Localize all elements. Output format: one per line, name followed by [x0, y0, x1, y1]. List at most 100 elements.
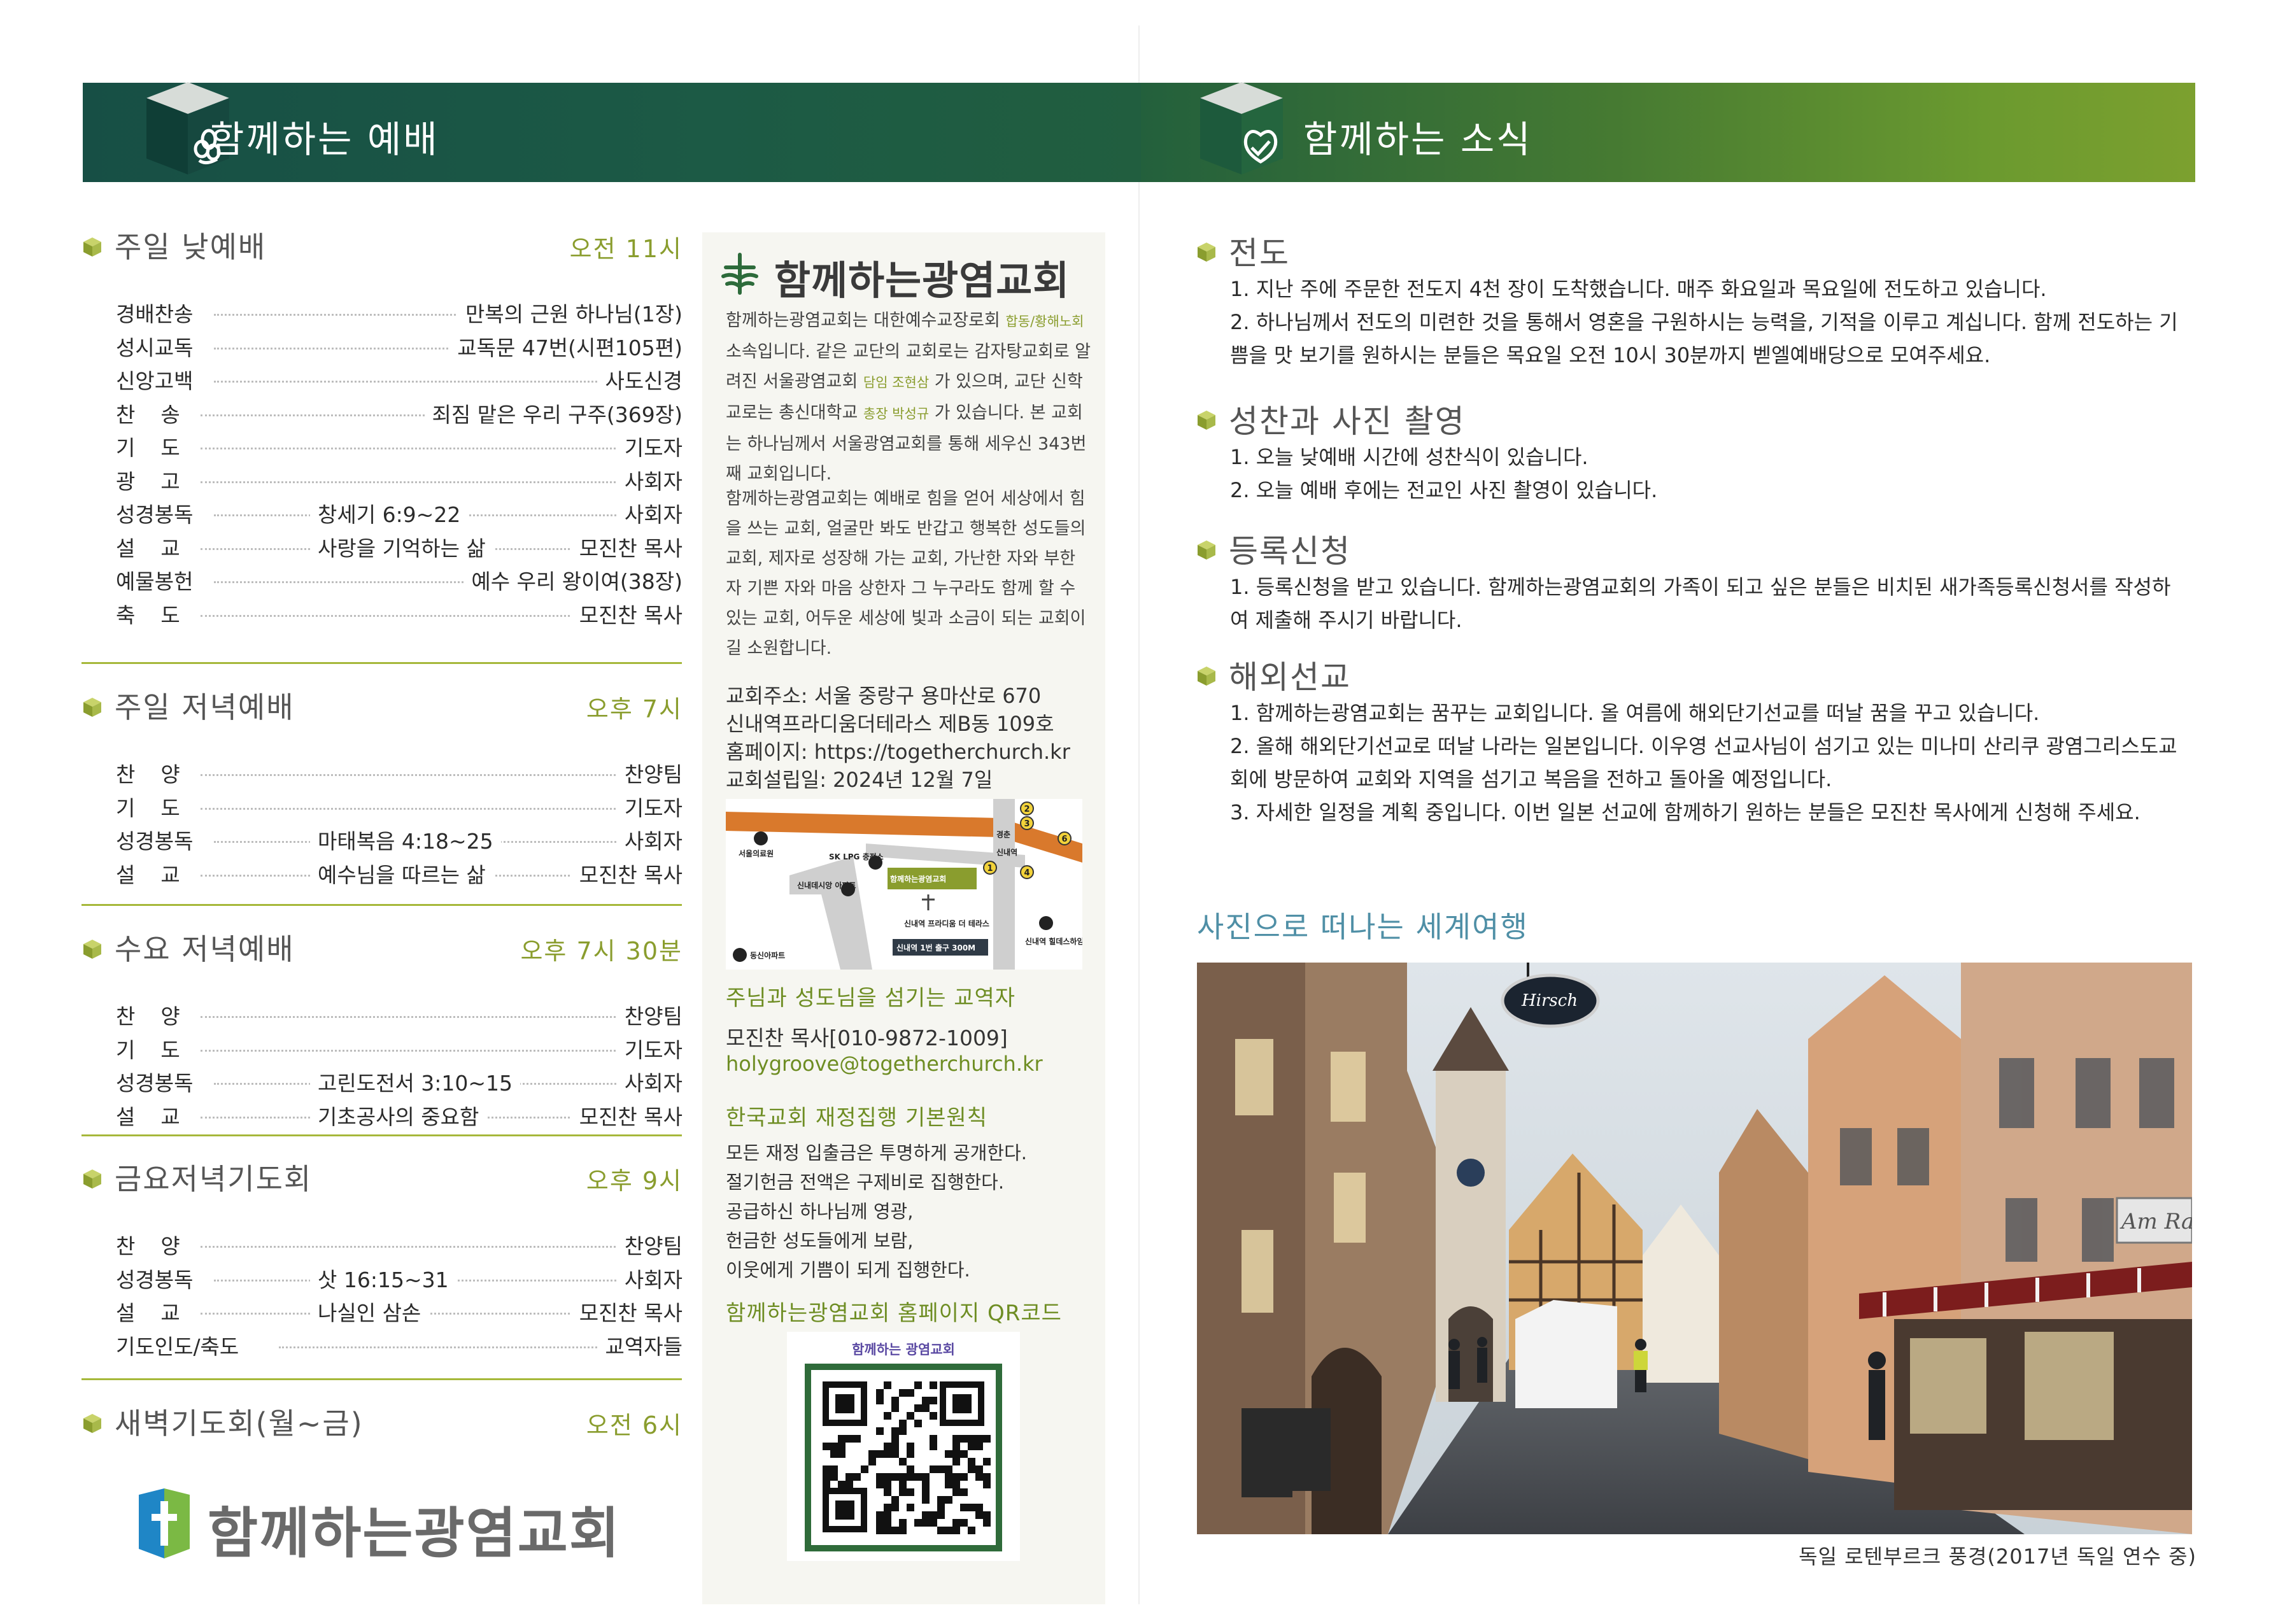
schedule-label: 찬송 [116, 402, 206, 427]
news-line: 2. 올해 해외단기선교로 떠날 나라는 일본입니다. 이우영 선교사님이 섬기… [1230, 734, 2177, 791]
schedule-value: 찬양팀 [616, 1229, 683, 1260]
qr-code[interactable] [805, 1364, 1002, 1551]
staff-email[interactable]: holygroove@togetherchurch.kr [726, 1052, 1043, 1076]
schedule-label: 기도 [116, 1037, 206, 1063]
section-divider [81, 662, 682, 664]
schedule-label: 설교 [116, 1301, 206, 1325]
dotted-leader [201, 774, 670, 776]
section-time: 오전 6시 [586, 1411, 683, 1439]
photo-caption: 독일 로텐부르크 풍경(2017년 독일 연수 중) [1799, 1544, 2197, 1569]
map-label-2: 신내데시앙 아파트 [797, 880, 856, 890]
news-line: 3. 자세한 일정을 계획 중입니다. 이번 일본 선교에 함께하기 원하는 분… [1230, 800, 2140, 824]
schedule-value: 사회자 [616, 1066, 683, 1097]
schedule-label: 성경봉독 [116, 1267, 194, 1292]
news-body: 1. 함께하는광염교회는 꿈꾸는 교회입니다. 올 여름에 해외단기선교를 떠날… [1230, 696, 2185, 829]
schedule-row: 설교 사랑을 기억하는 삶 모진찬 목사 [116, 531, 683, 562]
dotted-leader [201, 807, 670, 810]
section-bullet-icon [83, 237, 102, 257]
schedule-row: 설교 나실인 삼손 모진찬 목사 [116, 1296, 683, 1327]
dotted-leader [201, 1246, 670, 1248]
news-body: 1. 오늘 낮예배 시간에 성찬식이 있습니다. 2. 오늘 예배 후에는 전교인… [1230, 441, 2185, 507]
schedule-label: 성경봉독 [116, 1071, 194, 1096]
finance-principle: 헌금한 성도들에게 보람, [726, 1230, 914, 1252]
finance-principle: 이웃에게 기쁨이 되게 집행한다. [726, 1259, 970, 1281]
intro-text-1: 함께하는광염교회는 대한예수교장로회 [726, 311, 1006, 330]
schedule-label: 설교 [116, 862, 206, 887]
map-number-4: 4 [1024, 868, 1029, 878]
header-title-news: 함께하는 소식 [1303, 118, 1532, 161]
schedule-label: 설교 [116, 535, 206, 561]
news-line: 2. 오늘 예배 후에는 전교인 사진 촬영이 있습니다. [1230, 478, 1658, 502]
schedule-row: 성시교독 교독문 47번(시편105편) [116, 330, 683, 362]
schedule-row: 찬양 찬양팀 [116, 758, 683, 788]
schedule-label: 찬양 [116, 762, 206, 787]
section-title: 주일 저녁예배 [115, 690, 295, 724]
news-bullet-icon [1197, 242, 1216, 262]
schedule-value: 사회자 [616, 464, 683, 495]
schedule-value: 사회자 [616, 1262, 683, 1294]
photo-shop-sign: Am Ra [2119, 1209, 2192, 1234]
map-label-3: 함께하는광염교회 [890, 874, 946, 884]
schedule-row: 기도 기도자 [116, 791, 683, 822]
map-number-3: 1 [987, 864, 993, 873]
staff-title: 주님과 성도님을 섬기는 교역자 [726, 985, 1016, 1011]
dove-cross-icon [721, 253, 758, 295]
map-label-10: 신내역 [1044, 818, 1065, 828]
qr-card: 함께하는 광염교회 [787, 1332, 1020, 1561]
schedule-passage: 사랑을 기억하는 삶 [310, 531, 493, 562]
schedule-label: 찬양 [116, 1234, 206, 1259]
news-line: 1. 등록신청을 받고 있습니다. 함께하는광염교회의 가족이 되고 싶은 분들… [1230, 575, 2171, 632]
schedule-value: 만복의 근원 하나님(1장) [458, 297, 683, 328]
photo-hirsch-sign: Hirsch [1521, 991, 1578, 1010]
schedule-row: 광고 사회자 [116, 464, 683, 495]
schedule-passage: 예수님을 따르는 삶 [310, 858, 493, 889]
news-line: 1. 오늘 낮예배 시간에 성찬식이 있습니다. [1230, 445, 1588, 469]
schedule-value: 교독문 47번(시편105편) [449, 330, 683, 362]
news-bullet-icon [1197, 540, 1216, 560]
schedule-label: 성경봉독 [116, 829, 194, 854]
panel-logo-text: 함께하는광염교회 [774, 257, 1070, 304]
news-bullet-icon [1197, 410, 1216, 430]
section-title: 수요 저녁예배 [115, 932, 295, 966]
schedule-label: 축도 [116, 602, 206, 628]
schedule-value: 예수 우리 왕이여(38장) [463, 565, 683, 595]
intro-highlight-1: 합동/황해노회 [1005, 314, 1084, 329]
dotted-leader [201, 1049, 670, 1052]
schedule-label: 예물봉헌 [116, 569, 194, 594]
travel-title: 사진으로 떠나는 세계여행 [1197, 910, 1529, 944]
schedule-value: 모진찬 목사 [571, 858, 683, 889]
map-label-7: 동신아파트 [750, 950, 785, 960]
schedule-value: 교역자들 [597, 1329, 683, 1360]
church-intro: 함께하는광염교회는 대한예수교장로회 합동/황해노회 소속입니다. 같은 교단의… [726, 306, 1092, 489]
schedule-label: 찬양 [116, 1004, 206, 1029]
schedule-row: 찬양 찬양팀 [116, 1229, 683, 1260]
schedule-row: 축도 모진찬 목사 [116, 598, 683, 629]
fold-line [1138, 25, 1140, 1604]
schedule-value: 사회자 [616, 498, 683, 528]
finance-principle: 모든 재정 입출금은 투명하게 공개한다. [726, 1142, 1027, 1164]
church-logo-bottom: 함께하는광염교회 [139, 1483, 648, 1566]
schedule-label: 성시교독 [116, 335, 194, 360]
map-label-8: 경춘 [996, 830, 1010, 839]
news-body: 1. 등록신청을 받고 있습니다. 함께하는광염교회의 가족이 되고 싶은 분들… [1230, 570, 2185, 637]
header-bar-left: 함께하는 예배 [83, 82, 1141, 182]
intro-highlight-3: 총장 박성규 [863, 406, 930, 421]
map-label-6: 신내역 힐데스하임 [1025, 936, 1082, 946]
section-bullet-icon [83, 1413, 102, 1434]
schedule-row: 성경봉독 삿 16:15~31 사회자 [116, 1262, 683, 1294]
schedule-label: 기도 [116, 435, 206, 460]
church-mission: 함께하는광염교회는 예배로 힘을 얻어 세상에서 힘을 쓰는 교회, 얼굴만 봐… [726, 489, 1086, 658]
schedule-row: 성경봉독 창세기 6:9~22 사회자 [116, 498, 683, 528]
finance-title: 한국교회 재정집행 기본원칙 [726, 1105, 987, 1131]
schedule-label: 광고 [116, 469, 206, 494]
schedule-passage: 나실인 삼손 [310, 1296, 429, 1327]
schedule-passage: 삿 16:15~31 [310, 1262, 456, 1294]
schedule-value: 사도신경 [597, 364, 683, 395]
cube-heart-icon [1200, 82, 1283, 174]
header-title-worship: 함께하는 예배 [210, 118, 439, 161]
header-bar-right: 함께하는 소식 [1141, 82, 2195, 182]
news-title: 전도 [1229, 235, 1290, 272]
intro-highlight-2: 담임 조현삼 [863, 375, 930, 390]
schedule-row: 설교 예수님을 따르는 삶 모진찬 목사 [116, 858, 683, 889]
section-divider [81, 904, 682, 906]
